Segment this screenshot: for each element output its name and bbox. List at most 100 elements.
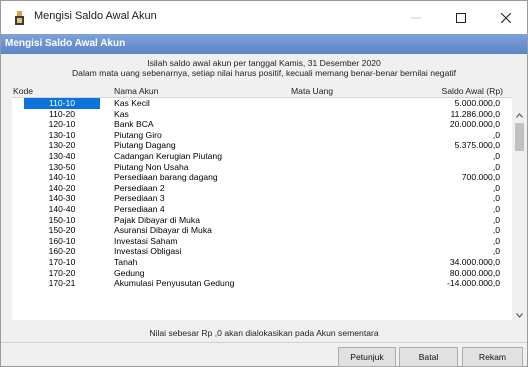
instructions: Isilah saldo awal akun per tanggal Kamis… bbox=[1, 58, 527, 78]
cell-kode[interactable]: 130-50 bbox=[38, 162, 86, 173]
scrollbar-thumb[interactable] bbox=[515, 123, 524, 151]
save-button[interactable]: Rekam bbox=[462, 347, 523, 367]
cancel-button[interactable]: Batal bbox=[399, 347, 458, 367]
cell-saldo-awal[interactable]: ,0 bbox=[493, 162, 500, 173]
chevron-up-icon bbox=[516, 113, 523, 118]
table-row[interactable]: 140-30 Persediaan 3 ,0 bbox=[12, 193, 512, 204]
close-icon bbox=[500, 12, 511, 23]
cell-saldo-awal[interactable]: -14.000.000,0 bbox=[447, 278, 500, 289]
vertical-scrollbar[interactable] bbox=[513, 109, 526, 322]
cell-saldo-awal[interactable]: 34.000.000,0 bbox=[450, 257, 500, 268]
table-row[interactable]: 130-40 Cadangan Kerugian Piutang ,0 bbox=[12, 151, 512, 162]
cell-nama-akun[interactable]: Persediaan 2 bbox=[114, 183, 165, 194]
dialog-window: Mengisi Saldo Awal Akun Mengisi Saldo Aw… bbox=[0, 0, 528, 367]
cell-nama-akun[interactable]: Akumulasi Penyusutan Gedung bbox=[114, 278, 234, 289]
cell-saldo-awal[interactable]: 5.375.000,0 bbox=[455, 140, 500, 151]
cell-kode[interactable]: 140-40 bbox=[38, 204, 86, 215]
cell-nama-akun[interactable]: Persediaan 3 bbox=[114, 193, 165, 204]
cell-kode[interactable]: 140-20 bbox=[38, 183, 86, 194]
cell-kode[interactable]: 110-10 bbox=[24, 98, 100, 109]
close-button[interactable] bbox=[483, 1, 528, 34]
table-row[interactable]: 150-20 Asuransi Dibayar di Muka ,0 bbox=[12, 225, 512, 236]
cell-nama-akun[interactable]: Piutang Non Usaha bbox=[114, 162, 189, 173]
minimize-icon bbox=[410, 17, 421, 18]
cell-nama-akun[interactable]: Tanah bbox=[114, 257, 137, 268]
table-row[interactable]: 150-10 Pajak Dibayar di Muka ,0 bbox=[12, 215, 512, 226]
table-row[interactable]: 140-20 Persediaan 2 ,0 bbox=[12, 183, 512, 194]
cell-nama-akun[interactable]: Kas Kecil bbox=[114, 98, 150, 109]
cell-saldo-awal[interactable]: ,0 bbox=[493, 204, 500, 215]
cell-saldo-awal[interactable]: ,0 bbox=[493, 151, 500, 162]
cell-nama-akun[interactable]: Pajak Dibayar di Muka bbox=[114, 215, 200, 226]
cell-nama-akun[interactable]: Persediaan 4 bbox=[114, 204, 165, 215]
cell-nama-akun[interactable]: Investasi Saham bbox=[114, 236, 178, 247]
cell-saldo-awal[interactable]: 5.000.000,0 bbox=[455, 98, 500, 109]
cell-kode[interactable]: 130-40 bbox=[38, 151, 86, 162]
section-header-title: Mengisi Saldo Awal Akun bbox=[5, 38, 126, 49]
cell-saldo-awal[interactable]: ,0 bbox=[493, 183, 500, 194]
table-row[interactable]: 160-20 Investasi Obligasi ,0 bbox=[12, 246, 512, 257]
cell-saldo-awal[interactable]: ,0 bbox=[493, 225, 500, 236]
cell-kode[interactable]: 170-10 bbox=[38, 257, 86, 268]
maximize-icon bbox=[455, 12, 466, 23]
cell-kode[interactable]: 150-20 bbox=[38, 225, 86, 236]
table-row[interactable]: 130-20 Piutang Dagang 5.375.000,0 bbox=[12, 140, 512, 151]
column-header-nama-akun: Nama Akun bbox=[114, 86, 159, 96]
cell-nama-akun[interactable]: Piutang Giro bbox=[114, 130, 162, 141]
table-row[interactable]: 170-20 Gedung 80.000.000,0 bbox=[12, 268, 512, 279]
cell-saldo-awal[interactable]: ,0 bbox=[493, 193, 500, 204]
cell-kode[interactable]: 140-30 bbox=[38, 193, 86, 204]
table-body: 110-10 Kas Kecil 5.000.000,0 110-20 Kas 11.28… bbox=[12, 98, 512, 289]
table-row[interactable]: 170-21 Akumulasi Penyusutan Gedung -14.000… bbox=[12, 278, 512, 289]
table-row[interactable]: 170-10 Tanah 34.000.000,0 bbox=[12, 257, 512, 268]
cell-kode[interactable]: 160-20 bbox=[38, 246, 86, 257]
cell-saldo-awal[interactable]: 700.000,0 bbox=[462, 172, 500, 183]
section-header: Mengisi Saldo Awal Akun bbox=[1, 34, 527, 54]
column-header-saldo-awal: Saldo Awal (Rp) bbox=[441, 86, 503, 96]
maximize-button[interactable] bbox=[438, 1, 483, 34]
cell-kode[interactable]: 160-10 bbox=[38, 236, 86, 247]
cell-nama-akun[interactable]: Asuransi Dibayar di Muka bbox=[114, 225, 212, 236]
cell-nama-akun[interactable]: Investasi Obligasi bbox=[114, 246, 181, 257]
cell-saldo-awal[interactable]: ,0 bbox=[493, 130, 500, 141]
cell-kode[interactable]: 170-21 bbox=[38, 278, 86, 289]
table-row[interactable]: 110-20 Kas 11.286.000,0 bbox=[12, 109, 512, 120]
column-header-mata-uang: Mata Uang bbox=[291, 86, 334, 96]
table-row[interactable]: 110-10 Kas Kecil 5.000.000,0 bbox=[12, 98, 512, 109]
cell-kode[interactable]: 150-10 bbox=[38, 215, 86, 226]
cell-nama-akun[interactable]: Persediaan barang dagang bbox=[114, 172, 218, 183]
cell-kode[interactable]: 130-20 bbox=[38, 140, 86, 151]
cell-saldo-awal[interactable]: 80.000.000,0 bbox=[450, 268, 500, 279]
table-row[interactable]: 140-10 Persediaan barang dagang 700.000,0 bbox=[12, 172, 512, 183]
cell-nama-akun[interactable]: Piutang Dagang bbox=[114, 140, 176, 151]
cell-kode[interactable]: 140-10 bbox=[38, 172, 86, 183]
cell-nama-akun[interactable]: Bank BCA bbox=[114, 119, 154, 130]
table-row[interactable]: 120-10 Bank BCA 20.000.000,0 bbox=[12, 119, 512, 130]
cell-kode[interactable]: 110-20 bbox=[38, 109, 86, 120]
minimize-button[interactable] bbox=[393, 1, 438, 34]
table-row[interactable]: 130-50 Piutang Non Usaha ,0 bbox=[12, 162, 512, 173]
table-row[interactable]: 130-10 Piutang Giro ,0 bbox=[12, 130, 512, 141]
cell-kode[interactable]: 120-10 bbox=[38, 119, 86, 130]
cell-nama-akun[interactable]: Gedung bbox=[114, 268, 145, 279]
cell-kode[interactable]: 130-10 bbox=[38, 130, 86, 141]
cell-nama-akun[interactable]: Cadangan Kerugian Piutang bbox=[114, 151, 222, 162]
instruction-line-1: Isilah saldo awal akun per tanggal Kamis… bbox=[147, 58, 381, 68]
cell-saldo-awal[interactable]: 20.000.000,0 bbox=[450, 119, 500, 130]
column-header-kode: Kode bbox=[13, 86, 34, 96]
cell-saldo-awal[interactable]: ,0 bbox=[493, 236, 500, 247]
cell-saldo-awal[interactable]: ,0 bbox=[493, 246, 500, 257]
allocation-note: Nilai sebesar Rp ,0 akan dialokasikan pa… bbox=[149, 328, 379, 338]
cell-nama-akun[interactable]: Kas bbox=[114, 109, 129, 120]
title-bar: Mengisi Saldo Awal Akun bbox=[1, 1, 527, 34]
scroll-down-button[interactable] bbox=[513, 309, 526, 322]
scroll-up-button[interactable] bbox=[513, 109, 526, 122]
cell-kode[interactable]: 170-20 bbox=[38, 268, 86, 279]
table-row[interactable]: 140-40 Persediaan 4 ,0 bbox=[12, 204, 512, 215]
app-icon bbox=[15, 11, 24, 25]
cell-saldo-awal[interactable]: 11.286.000,0 bbox=[450, 109, 500, 120]
table-row[interactable]: 160-10 Investasi Saham ,0 bbox=[12, 236, 512, 247]
help-button[interactable]: Petunjuk bbox=[338, 347, 396, 367]
accounts-table[interactable]: 110-10 Kas Kecil 5.000.000,0 110-20 Kas 11.28… bbox=[12, 97, 512, 320]
cell-saldo-awal[interactable]: ,0 bbox=[493, 215, 500, 226]
